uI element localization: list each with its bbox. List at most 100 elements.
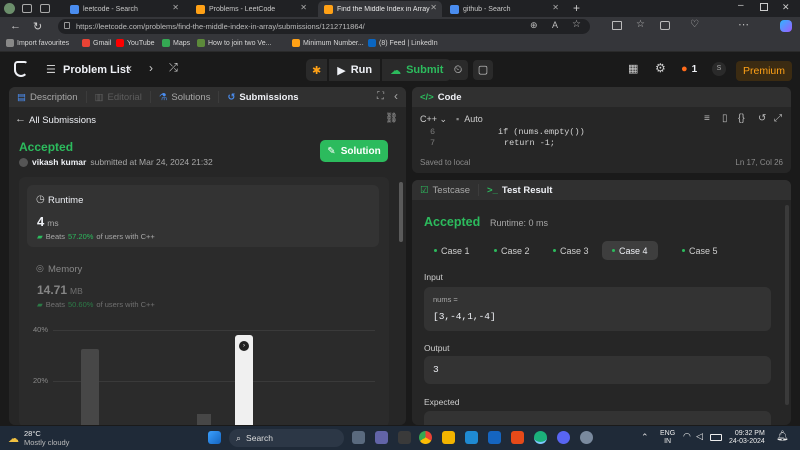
back-arrow-icon[interactable]: ← xyxy=(15,113,26,125)
all-submissions-link[interactable]: All Submissions xyxy=(29,115,96,126)
problem-list-link[interactable]: Problem List xyxy=(63,64,130,76)
maximize-window-icon[interactable] xyxy=(760,3,768,11)
collapse-panel-icon[interactable]: ‹ xyxy=(394,89,398,103)
profile-avatar[interactable] xyxy=(4,3,15,14)
browser-tab-active[interactable]: Find the Middle Index in Array - ... ✕ xyxy=(318,1,442,17)
tab-code[interactable]: </> Code xyxy=(412,91,470,103)
browser-tab[interactable]: Problems - LeetCode ✕ xyxy=(190,1,312,17)
layout-grid-icon[interactable]: ▦ xyxy=(628,62,638,75)
chrome-icon[interactable] xyxy=(419,431,432,444)
tab-submissions[interactable]: ↺ Submissions xyxy=(219,91,306,103)
tab-solutions[interactable]: ⚗ Solutions xyxy=(151,91,220,103)
read-aloud-icon[interactable]: A xyxy=(552,20,558,30)
format-icon[interactable]: ≡ xyxy=(704,113,710,124)
bookmark-gmail[interactable]: Gmail xyxy=(82,39,111,47)
clock[interactable]: 09:32 PM 24-03-2024 xyxy=(729,430,765,446)
collections-icon[interactable] xyxy=(660,21,670,30)
task-view-icon[interactable] xyxy=(352,431,365,444)
windows-start-icon[interactable] xyxy=(208,431,221,444)
expand-icon[interactable]: ⤢ xyxy=(774,113,782,124)
code-editor[interactable]: 6 if (nums.empty()) 7 return -1; xyxy=(412,127,791,149)
submit-button[interactable]: ☁ Submit xyxy=(382,59,452,81)
settings-icon[interactable] xyxy=(580,431,593,444)
user-avatar[interactable]: S xyxy=(712,62,726,76)
tab-test-result[interactable]: >_ Test Result xyxy=(479,184,560,196)
runtime-card[interactable]: ◷ Runtime 4 ms ▰ Beats 57.20% of users w… xyxy=(27,185,379,247)
case-tab[interactable]: Case 3 xyxy=(543,241,599,260)
case-tab[interactable]: Case 5 xyxy=(672,241,728,260)
wifi-icon[interactable]: ◠ xyxy=(683,431,691,442)
tab-testcase[interactable]: ☑ Testcase xyxy=(412,184,480,196)
next-problem-icon[interactable]: › xyxy=(149,61,153,75)
tab-actions-icon[interactable] xyxy=(40,4,50,13)
case-tab-active[interactable]: Case 4 xyxy=(602,241,658,260)
minimize-window-icon[interactable]: – xyxy=(738,0,744,11)
url-field[interactable]: https://leetcode.com/problems/find-the-m… xyxy=(58,19,590,34)
close-tab-icon[interactable]: ✕ xyxy=(300,3,307,12)
show-hidden-icons[interactable]: ⌃ xyxy=(641,432,649,443)
close-tab-icon[interactable]: ✕ xyxy=(552,3,559,12)
bookmark-video[interactable]: How to join two Ve... xyxy=(197,39,271,47)
split-screen-icon[interactable] xyxy=(612,21,622,30)
browser-essentials-icon[interactable]: ♡ xyxy=(690,19,699,30)
refresh-icon[interactable]: ↻ xyxy=(33,20,42,33)
language-indicator[interactable]: ENG IN xyxy=(660,430,675,446)
case-tab[interactable]: Case 2 xyxy=(484,241,540,260)
bookmark-icon[interactable]: ▯ xyxy=(722,113,728,124)
run-button[interactable]: ▶ Run xyxy=(329,59,381,81)
discord-icon[interactable] xyxy=(557,431,570,444)
scrollbar[interactable] xyxy=(399,182,403,242)
bookmark-import-favourites[interactable]: Import favourites xyxy=(6,39,69,47)
debug-button[interactable]: ✱ xyxy=(306,59,328,81)
tab-description[interactable]: ▤ Description xyxy=(9,91,87,103)
language-select[interactable]: C++ ⌄ xyxy=(420,114,447,125)
memory-card[interactable]: ◎ Memory 14.71 MB ▰ Beats 50.60% of user… xyxy=(27,255,379,315)
folder-icon[interactable] xyxy=(442,431,455,444)
premium-button[interactable]: Premium xyxy=(736,61,792,81)
workspaces-icon[interactable] xyxy=(22,4,32,13)
battery-icon[interactable] xyxy=(710,434,722,441)
edge-icon[interactable] xyxy=(534,431,547,444)
reset-icon[interactable]: ↺ xyxy=(758,113,766,124)
mail-icon[interactable] xyxy=(488,431,501,444)
weather-widget[interactable]: ☁ 28°C Mostly cloudy xyxy=(8,429,69,447)
favorite-star-icon[interactable]: ☆ xyxy=(572,19,581,30)
leetcode-logo-icon[interactable] xyxy=(14,61,28,77)
prev-problem-icon[interactable]: ‹ xyxy=(128,61,132,75)
teams-icon[interactable] xyxy=(375,431,388,444)
close-tab-icon[interactable]: ✕ xyxy=(430,3,437,12)
solution-button[interactable]: ✎ Solution xyxy=(320,140,388,162)
bookmark-youtube[interactable]: YouTube xyxy=(116,39,155,47)
bookmark-maps[interactable]: Maps xyxy=(162,39,190,47)
settings-more-icon[interactable]: ⋯ xyxy=(738,18,749,31)
zoom-icon[interactable]: ⊕ xyxy=(530,20,538,31)
username-link[interactable]: vikash kumar xyxy=(32,157,86,167)
settings-gear-icon[interactable]: ⚙ xyxy=(655,61,666,75)
volume-icon[interactable]: ◁ xyxy=(696,431,703,442)
share-link-icon[interactable]: ⛓ xyxy=(385,113,398,124)
back-icon[interactable]: ← xyxy=(10,20,21,32)
shuffle-icon[interactable]: ⤮ xyxy=(169,62,178,75)
distribution-bar-highlighted[interactable]: › xyxy=(235,335,253,425)
copilot-icon[interactable] xyxy=(780,20,792,32)
new-tab-icon[interactable]: + xyxy=(573,1,580,15)
case-tab[interactable]: Case 1 xyxy=(424,241,480,260)
tab-editorial[interactable]: ▥ Editorial xyxy=(87,91,151,103)
store-icon[interactable] xyxy=(511,431,524,444)
timer-icon[interactable]: ⏲ xyxy=(448,60,468,80)
problem-list-icon[interactable]: ☰ xyxy=(46,63,56,76)
file-explorer-icon[interactable] xyxy=(398,431,411,444)
close-window-icon[interactable]: ✕ xyxy=(782,2,790,13)
user-avatar[interactable] xyxy=(19,157,28,167)
scrollbar[interactable] xyxy=(785,205,789,405)
favorites-icon[interactable]: ☆ xyxy=(636,19,645,30)
braces-icon[interactable]: {} xyxy=(738,113,745,124)
bookmark-linkedin[interactable]: (8) Feed | LinkedIn xyxy=(368,39,438,47)
fullscreen-icon[interactable]: ⛶ xyxy=(377,91,384,102)
auto-mode-toggle[interactable]: ▪ Auto xyxy=(456,114,483,124)
browser-tab[interactable]: leetcode - Search ✕ xyxy=(64,1,184,17)
close-tab-icon[interactable]: ✕ xyxy=(172,3,179,12)
notes-icon[interactable]: ▢ xyxy=(473,60,493,80)
browser-tab[interactable]: github - Search ✕ xyxy=(444,1,564,17)
distribution-bar[interactable] xyxy=(197,414,211,425)
